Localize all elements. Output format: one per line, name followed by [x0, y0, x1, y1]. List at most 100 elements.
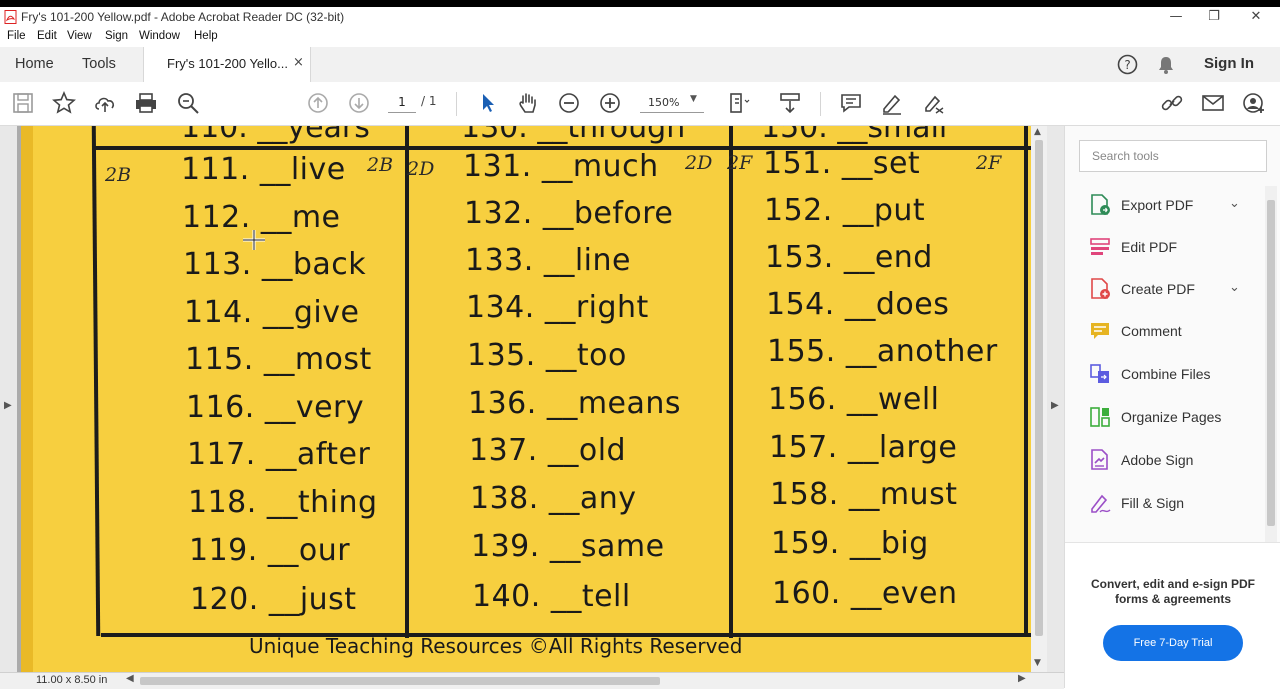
tool-label: Fill & Sign [1121, 495, 1185, 511]
menu-file[interactable]: File [7, 30, 26, 42]
scroll-thumb[interactable] [140, 677, 660, 685]
menu-sign[interactable]: Sign [105, 30, 128, 42]
handwritten-note: 2D [407, 158, 435, 180]
hand-tool-icon[interactable] [516, 91, 540, 115]
tool-label: Export PDF [1121, 197, 1194, 213]
word-item: 118. __thing [188, 485, 378, 520]
save-icon[interactable] [11, 91, 35, 115]
left-panel-toggle[interactable]: ▶ [0, 126, 17, 672]
scroll-thumb[interactable] [1035, 140, 1043, 636]
tool-combine-files[interactable]: Combine Files [1065, 355, 1265, 395]
toolbar-divider [820, 92, 821, 116]
sign-in-button[interactable]: Sign In [1204, 55, 1254, 72]
word-item: 115. __most [185, 342, 372, 377]
table-right-border [1024, 126, 1028, 636]
edit-pdf-icon [1090, 238, 1110, 255]
chevron-down-icon[interactable]: ⌄ [1229, 280, 1240, 295]
scrolling-mode-icon[interactable] [778, 91, 802, 115]
zoom-in-icon[interactable] [598, 91, 622, 115]
chevron-down-icon[interactable]: ⌄ [1229, 196, 1240, 211]
cut-off-word: 130. __through [461, 126, 686, 145]
next-page-icon[interactable] [347, 91, 371, 115]
create-pdf-icon [1091, 278, 1110, 299]
close-window-button[interactable]: ✕ [1236, 7, 1276, 28]
tab-close-icon[interactable]: × [293, 55, 304, 70]
chevron-down-icon: ▼ [690, 94, 697, 104]
word-item: 154. __does [766, 287, 950, 322]
tool-comment[interactable]: Comment [1065, 312, 1265, 352]
table-column-divider [405, 126, 409, 638]
scroll-down-icon[interactable]: ▼ [1034, 658, 1041, 668]
comment-tool-icon[interactable] [839, 91, 863, 115]
help-icon[interactable]: ? [1117, 54, 1138, 75]
menu-view[interactable]: View [67, 30, 92, 42]
minimize-button[interactable]: — [1156, 7, 1196, 28]
upload-cloud-icon[interactable] [93, 91, 117, 115]
tool-label: Comment [1121, 323, 1182, 339]
window-title: Fry's 101-200 Yellow.pdf - Adobe Acrobat… [21, 10, 345, 24]
previous-page-icon[interactable] [306, 91, 330, 115]
page-size-label: 11.00 x 8.50 in [36, 674, 108, 686]
zoom-out-icon[interactable] [557, 91, 581, 115]
email-icon[interactable] [1201, 91, 1225, 115]
copyright-footer: Unique Teaching Resources ©All Rights Re… [249, 634, 743, 658]
tool-organize-pages[interactable]: Organize Pages [1065, 398, 1265, 438]
share-link-icon[interactable] [1160, 91, 1184, 115]
tab-document-label: Fry's 101-200 Yello... [167, 56, 288, 71]
toolbar-divider [456, 92, 457, 116]
zoom-search-icon[interactable] [176, 91, 200, 115]
tool-create-pdf[interactable]: Create PDF ⌄ [1065, 270, 1265, 310]
print-icon[interactable] [134, 91, 158, 115]
word-item: 139. __same [471, 529, 665, 564]
tool-export-pdf[interactable]: Export PDF ⌄ [1065, 186, 1265, 226]
word-item: 155. __another [767, 334, 998, 369]
notifications-bell-icon[interactable] [1157, 55, 1175, 75]
right-panel-toggle[interactable]: ▶ [1047, 126, 1064, 672]
tool-adobe-sign[interactable]: Adobe Sign [1065, 441, 1265, 481]
free-trial-button[interactable]: Free 7-Day Trial [1103, 625, 1243, 661]
tab-tools[interactable]: Tools [82, 47, 116, 82]
highlight-pen-icon[interactable] [880, 91, 904, 115]
scroll-up-icon[interactable]: ▲ [1034, 127, 1041, 137]
scroll-thumb[interactable] [1267, 200, 1275, 526]
svg-text:?: ? [1124, 58, 1130, 72]
pdf-page: 110. __years 130. __through 150. __small… [21, 126, 1031, 672]
export-pdf-icon [1091, 194, 1110, 215]
word-item: 113. __back [183, 247, 367, 282]
combine-files-icon [1090, 364, 1109, 383]
search-tools-input[interactable]: Search tools [1079, 140, 1267, 172]
tab-document[interactable]: Fry's 101-200 Yello... × [143, 47, 311, 83]
restore-button[interactable]: ❐ [1194, 7, 1234, 28]
menu-edit[interactable]: Edit [37, 30, 57, 42]
tab-home[interactable]: Home [15, 47, 54, 82]
scroll-right-icon[interactable]: ▶ [1018, 673, 1026, 684]
word-item: 117. __after [187, 437, 371, 472]
word-item: 134. __right [466, 290, 649, 325]
menu-window[interactable]: Window [139, 30, 180, 42]
page-number-input[interactable]: 1 [388, 92, 416, 113]
zoom-level-select[interactable]: 150% ▼ [640, 94, 704, 113]
scroll-left-icon[interactable]: ◀ [126, 673, 134, 684]
tool-label: Edit PDF [1121, 239, 1178, 255]
word-item: 120. __just [190, 582, 357, 617]
top-edge [0, 0, 1280, 7]
tool-fill-sign[interactable]: Fill & Sign [1065, 484, 1265, 524]
tool-label: Organize Pages [1121, 409, 1222, 425]
word-item: 138. __any [470, 481, 637, 516]
handwritten-note: 2F [727, 152, 753, 174]
chevron-right-icon: ▶ [1051, 400, 1059, 411]
page-display-icon[interactable] [727, 91, 751, 115]
horizontal-scrollbar[interactable]: ◀ ▶ [122, 673, 1030, 687]
sign-pen-icon[interactable] [921, 91, 945, 115]
select-arrow-icon[interactable] [476, 91, 500, 115]
tool-edit-pdf[interactable]: Edit PDF [1065, 228, 1265, 268]
title-bar: Fry's 101-200 Yellow.pdf - Adobe Acrobat… [0, 7, 1280, 28]
menu-help[interactable]: Help [194, 30, 218, 42]
vertical-scrollbar[interactable]: ▲ ▼ [1031, 126, 1047, 672]
word-item: 131. __much [463, 149, 659, 184]
tools-pane: Search tools Export PDF ⌄ Edit PDF Creat… [1064, 126, 1280, 689]
add-user-icon[interactable] [1242, 91, 1266, 115]
document-view[interactable]: ▶ 110. __years 130. __through 150. __sma… [0, 126, 1064, 672]
tools-scrollbar[interactable] [1265, 186, 1277, 542]
bookmark-star-icon[interactable] [52, 90, 76, 115]
